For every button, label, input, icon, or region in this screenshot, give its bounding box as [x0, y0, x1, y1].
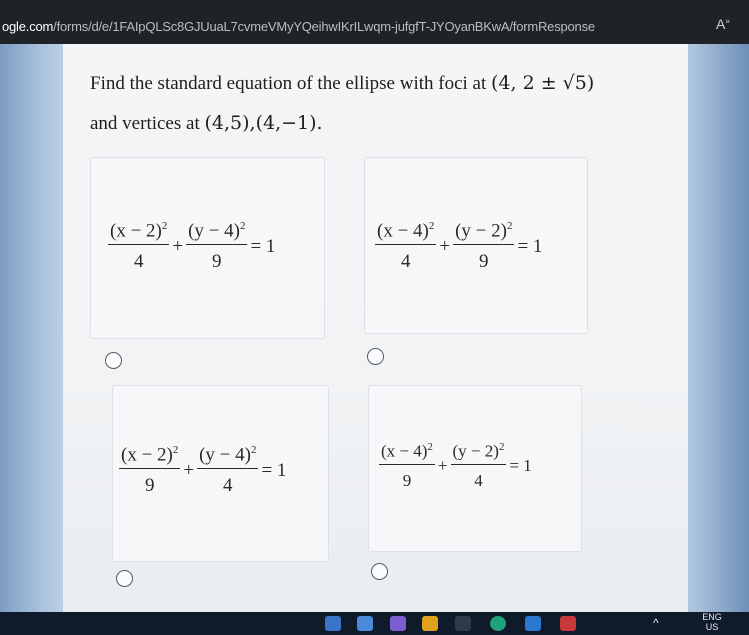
app-icon[interactable] — [560, 616, 576, 631]
fraction: (x − 2)2 4 — [108, 220, 170, 273]
app-icon[interactable] — [525, 616, 541, 631]
app-icon[interactable] — [325, 616, 341, 631]
fraction: (y − 4)2 4 — [197, 444, 259, 497]
question-text-1: Find the standard equation of the ellips… — [90, 73, 487, 94]
url-text[interactable]: ogle.com/forms/d/e/1FAIpQLSc8GJUuaL7cvme… — [2, 19, 595, 34]
app-icon[interactable] — [357, 616, 373, 631]
browser-icon[interactable] — [490, 616, 506, 631]
option-d-card[interactable]: (x − 4)2 9 + (y − 2)2 4 = 1 — [368, 385, 582, 552]
option-c-equation: (x − 2)2 9 + (y − 4)2 4 = 1 — [119, 444, 287, 497]
option-a-radio[interactable] — [105, 352, 122, 369]
vertices-expression: (4,5),(4,−1). — [204, 112, 323, 134]
option-d-equation: (x − 4)2 9 + (y − 2)2 4 = 1 — [379, 441, 532, 490]
foci-expression: (4, 2 ± √5) — [491, 72, 595, 94]
option-a-card[interactable]: (x − 2)2 4 + (y − 4)2 9 = 1 — [90, 157, 325, 339]
taskbar: ^ ENG US — [0, 612, 749, 635]
fraction: (x − 2)2 9 — [119, 444, 181, 497]
fraction: (y − 4)2 9 — [186, 220, 248, 273]
option-b-equation: (x − 4)2 4 + (y − 2)2 9 = 1 — [375, 220, 543, 273]
app-icon[interactable] — [390, 616, 406, 631]
option-d-radio[interactable] — [371, 563, 388, 580]
url-host: ogle.com — [2, 19, 54, 34]
lang-code: ENG — [702, 612, 722, 622]
option-b-radio[interactable] — [367, 348, 384, 365]
fraction: (x − 4)2 9 — [379, 441, 435, 490]
url-path: /forms/d/e/1FAIpQLSc8GJUuaL7cvmeVMyYQeih… — [53, 19, 595, 34]
question-line-1: Find the standard equation of the ellips… — [90, 72, 594, 95]
folder-icon[interactable] — [422, 616, 438, 631]
fraction: (y − 2)2 9 — [453, 220, 515, 273]
region-code: US — [705, 622, 719, 632]
question-line-2: and vertices at (4,5),(4,−1). — [90, 112, 323, 135]
fraction: (y − 2)2 4 — [450, 441, 507, 490]
language-indicator[interactable]: ENG US — [697, 612, 727, 632]
question-text-2: and vertices at — [90, 113, 200, 134]
tray-caret-icon[interactable]: ^ — [653, 616, 659, 630]
option-c-radio[interactable] — [116, 570, 133, 587]
option-a-equation: (x − 2)2 4 + (y − 4)2 9 = 1 — [108, 220, 276, 273]
store-icon[interactable] — [455, 616, 471, 631]
browser-address-bar[interactable]: ogle.com/forms/d/e/1FAIpQLSc8GJUuaL7cvme… — [0, 0, 749, 44]
reader-mode-icon[interactable]: A» — [716, 16, 730, 32]
option-b-card[interactable]: (x − 4)2 4 + (y − 2)2 9 = 1 — [364, 157, 588, 334]
fraction: (x − 4)2 4 — [375, 220, 437, 273]
option-c-card[interactable]: (x − 2)2 9 + (y − 4)2 4 = 1 — [112, 385, 329, 562]
